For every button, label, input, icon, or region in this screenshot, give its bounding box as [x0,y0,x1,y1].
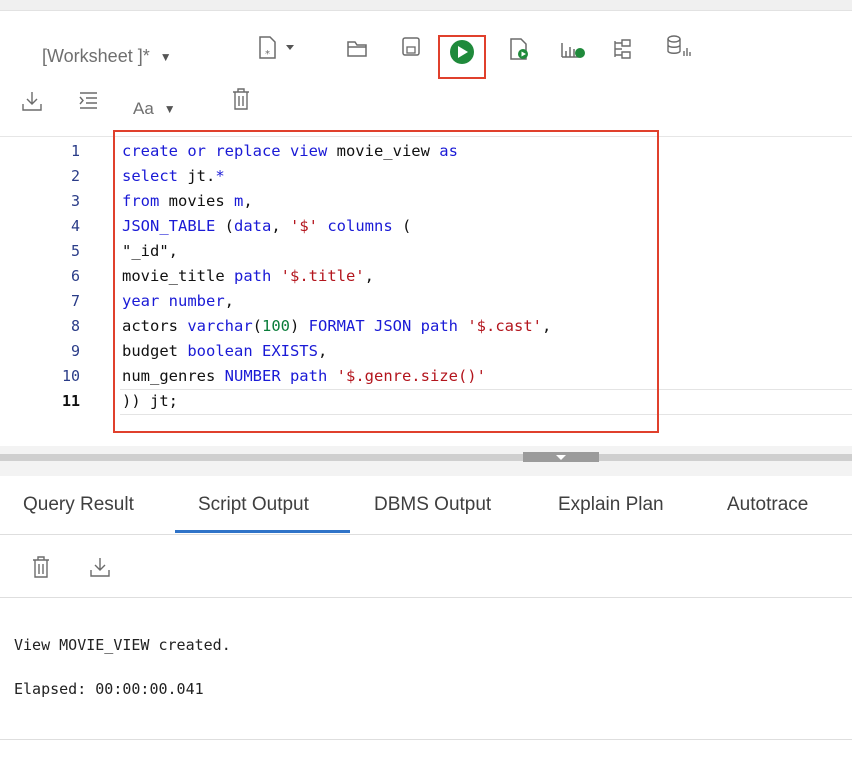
pane-splitter[interactable] [0,446,852,476]
line-number: 2 [70,167,80,185]
download-icon [22,92,42,111]
new-file-button[interactable]: * [252,33,300,63]
code-highlight-box [113,130,659,433]
active-tab-indicator [175,530,350,533]
font-icon: Aa [133,99,154,118]
divider [0,739,852,740]
chevron-down-icon: ▼ [163,102,176,116]
line-number: 9 [70,342,80,360]
worksheet-selector[interactable]: [Worksheet ]* ▼ [42,46,172,67]
line-number: 10 [61,367,80,385]
line-number: 1 [70,142,80,160]
line-number: 7 [70,292,80,310]
line-number: 6 [70,267,80,285]
tab-query-result[interactable]: Query Result [23,494,134,516]
clear-button[interactable] [228,85,254,113]
output-tabs: Query Result Script Output DBMS Output E… [0,476,852,535]
top-strip [0,0,852,11]
new-file-icon: * [259,36,294,60]
tab-dbms-output[interactable]: DBMS Output [374,494,491,516]
run-statement-icon [450,40,474,64]
line-number: 3 [70,192,80,210]
open-folder-icon [347,41,367,57]
save-icon [402,37,420,56]
download-button[interactable] [18,87,46,115]
tab-script-output[interactable]: Script Output [198,494,309,516]
splitter-handle[interactable] [523,452,599,462]
run-script-button[interactable] [506,35,532,63]
format-button[interactable] [74,87,102,115]
output-line: View MOVIE_VIEW created. [14,636,231,654]
sql-tuning-button[interactable] [664,33,696,61]
tree-icon [614,39,631,59]
autotrace-button[interactable] [610,35,636,63]
line-number: 5 [70,242,80,260]
output-line: Elapsed: 00:00:00.041 [14,680,204,698]
download-output-button[interactable] [86,553,114,581]
open-button[interactable] [344,35,370,61]
sql-tuning-icon [667,35,691,56]
chevron-down-icon: ▼ [159,49,172,64]
line-number-gutter: 1 2 3 4 5 6 7 8 9 10 11 [0,137,92,447]
save-button[interactable] [398,34,424,60]
run-script-icon [510,38,528,60]
explain-plan-button[interactable] [558,35,588,63]
explain-plan-icon [561,43,585,58]
trash-icon [33,556,49,578]
download-icon [90,558,110,577]
format-icon [79,92,97,109]
trash-icon [233,88,249,110]
line-number-active: 11 [61,392,80,410]
output-toolbar [0,535,852,598]
splitter-bar [0,454,852,461]
tab-autotrace[interactable]: Autotrace [727,494,808,516]
tab-explain-plan[interactable]: Explain Plan [558,494,664,516]
svg-text:*: * [265,49,270,60]
line-number: 4 [70,217,80,235]
clear-output-button[interactable] [28,553,54,581]
worksheet-label: [Worksheet ]* [42,46,150,66]
font-size-selector[interactable]: Aa ▼ [133,99,176,119]
line-number: 8 [70,317,80,335]
run-statement-button[interactable] [448,37,476,67]
worksheet-toolbar: [Worksheet ]* ▼ * Aa ▼ [0,11,852,136]
